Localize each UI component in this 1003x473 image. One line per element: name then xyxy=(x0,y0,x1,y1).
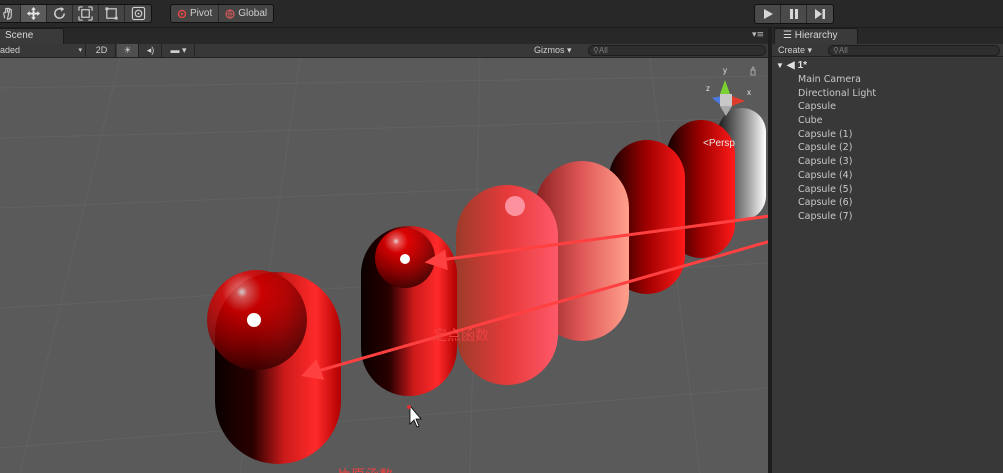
scene-name: 1* xyxy=(797,60,808,71)
step-icon xyxy=(815,9,825,19)
create-label: Create xyxy=(778,45,806,55)
panel-menu-icon[interactable]: ▾≡ xyxy=(752,30,764,40)
pivot-icon xyxy=(177,9,187,18)
hierarchy-body: ▼ ◀ 1* Main Camera Directional Light Cap… xyxy=(772,58,1003,473)
hierarchy-list: Main Camera Directional Light Capsule Cu… xyxy=(798,73,876,224)
global-icon xyxy=(225,8,235,19)
playback-controls xyxy=(754,4,834,24)
scale-icon[interactable] xyxy=(73,5,99,22)
scene-render: y x z xyxy=(0,58,768,473)
scene-search-input[interactable]: ⚲All xyxy=(588,45,766,56)
dropdown-arrow-icon: ▾ xyxy=(181,45,187,55)
speaker-icon: ◂) xyxy=(146,45,155,55)
mouse-cursor-icon xyxy=(409,404,422,428)
transform-tools xyxy=(0,4,152,23)
shading-mode-value: aded xyxy=(0,45,21,55)
scene-toolbar: aded ▾ 2D ☀ ◂) ▬ ▾ Gizmos ▾ ⚲All xyxy=(0,44,768,58)
foldout-arrow-icon[interactable]: ▼ xyxy=(776,61,784,70)
step-button[interactable] xyxy=(807,5,833,23)
rotate-icon[interactable] xyxy=(47,5,73,22)
scene-root-item[interactable]: ▼ ◀ 1* xyxy=(776,59,807,72)
play-icon xyxy=(763,9,773,19)
image-icon: ▬ xyxy=(170,45,180,55)
list-item[interactable]: Capsule (7) xyxy=(798,210,876,224)
persp-label[interactable]: <Persp xyxy=(703,138,735,149)
lighting-toggle-button[interactable]: ☀ xyxy=(117,44,139,57)
annotation-label-2: 片原函数 xyxy=(337,465,393,473)
gizmo-axis-x: x xyxy=(747,88,751,97)
orientation-gizmo[interactable]: y x z xyxy=(706,66,756,116)
list-item[interactable]: Capsule (2) xyxy=(798,141,876,155)
scene-tab-label: Scene xyxy=(5,30,34,41)
hierarchy-tabbar: ☰ Hierarchy xyxy=(772,28,1003,44)
shading-mode-dropdown[interactable]: aded ▾ xyxy=(0,44,86,57)
main-toolbar: Pivot Global xyxy=(0,0,1003,28)
scene-search-placeholder: All xyxy=(598,46,608,55)
tab-hierarchy[interactable]: ☰ Hierarchy xyxy=(774,28,858,44)
create-dropdown[interactable]: Create ▾ xyxy=(778,44,812,57)
tab-scene[interactable]: Scene xyxy=(0,28,64,44)
scene-tabbar: Scene ▾≡ xyxy=(0,28,768,44)
dropdown-arrow-icon: ▾ xyxy=(807,45,813,55)
list-item[interactable]: Capsule (3) xyxy=(798,155,876,169)
gizmos-label: Gizmos xyxy=(534,45,565,55)
hierarchy-toolbar: Create ▾ ⚲All xyxy=(772,44,1003,57)
list-item[interactable]: Main Camera xyxy=(798,73,876,87)
hierarchy-search-input[interactable]: ⚲All xyxy=(828,45,1000,56)
pause-icon xyxy=(789,9,798,19)
list-item[interactable]: Capsule (6) xyxy=(798,196,876,210)
play-button[interactable] xyxy=(755,5,781,23)
pivot-label: Pivot xyxy=(190,8,213,19)
2d-toggle-button[interactable]: 2D xyxy=(88,44,116,57)
list-item[interactable]: Capsule (4) xyxy=(798,169,876,183)
annotation-label-1: 定点函数 xyxy=(433,328,489,344)
hierarchy-tab-label: Hierarchy xyxy=(794,30,838,41)
capsule-mesh[interactable] xyxy=(456,185,558,385)
list-icon: ☰ xyxy=(783,30,795,41)
2d-label: 2D xyxy=(95,45,108,55)
transform-icon[interactable] xyxy=(125,5,151,22)
global-toggle[interactable]: Global xyxy=(219,5,273,22)
persp-text: Persp xyxy=(708,138,735,149)
gizmos-dropdown[interactable]: Gizmos ▾ xyxy=(534,44,584,57)
list-item[interactable]: Capsule (5) xyxy=(798,183,876,197)
list-item[interactable]: Capsule (1) xyxy=(798,128,876,142)
dropdown-arrow-icon: ▾ xyxy=(567,45,572,55)
pause-button[interactable] xyxy=(781,5,807,23)
lock-icon xyxy=(750,66,756,76)
pivot-toggle[interactable]: Pivot xyxy=(171,5,220,22)
list-item[interactable]: Directional Light xyxy=(798,87,876,101)
scene-viewport[interactable]: y x z <Persp 定点函数 片原函数 xyxy=(0,58,768,473)
audio-toggle-button[interactable]: ◂) xyxy=(140,44,162,57)
move-icon[interactable] xyxy=(21,5,47,22)
sun-icon: ☀ xyxy=(123,45,132,55)
hierarchy-search-placeholder: All xyxy=(838,46,848,55)
gizmo-axis-y: y xyxy=(723,66,727,75)
list-item[interactable]: Capsule xyxy=(798,100,876,114)
hand-icon[interactable] xyxy=(0,5,21,22)
dropdown-arrow-icon: ▾ xyxy=(78,47,82,54)
effects-dropdown[interactable]: ▬ ▾ xyxy=(163,44,195,57)
global-label: Global xyxy=(238,8,268,19)
unity-scene-icon: ◀ xyxy=(786,60,795,71)
gizmo-axis-z: z xyxy=(706,84,710,93)
pivot-global-toggles: Pivot Global xyxy=(170,4,275,23)
list-item[interactable]: Cube xyxy=(798,114,876,128)
rect-icon[interactable] xyxy=(99,5,125,22)
